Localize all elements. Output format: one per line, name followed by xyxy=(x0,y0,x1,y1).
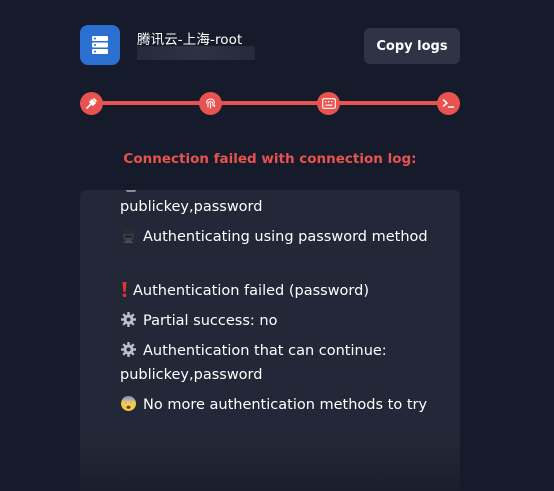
log-line: Partial success: no xyxy=(120,309,450,333)
server-icon xyxy=(80,25,120,65)
copy-logs-button[interactable]: Copy logs xyxy=(364,28,460,64)
log-line: No more authentication methods to try xyxy=(120,393,450,417)
log-line: Authentication that can continue: public… xyxy=(120,341,387,383)
fingerprint-icon xyxy=(204,97,217,110)
log-line: Authentication failed (password) xyxy=(120,279,450,303)
host-title: 腾讯云-上海-root xyxy=(137,32,243,48)
step-authenticate xyxy=(199,92,222,115)
spy-emoji-icon xyxy=(120,227,137,244)
gear-icon xyxy=(120,341,137,358)
fearful-face-icon xyxy=(120,395,137,412)
clipped-emoji-icon xyxy=(126,190,136,192)
keyboard-icon xyxy=(321,98,336,109)
host-subtitle-redacted xyxy=(137,46,255,60)
connection-error-title: Connection failed with connection log: xyxy=(123,151,417,167)
step-connect xyxy=(80,92,103,115)
connection-panel: 腾讯云-上海-root Copy logs Connection failed … xyxy=(0,0,554,491)
terminal-icon xyxy=(442,98,455,109)
exclamation-icon xyxy=(120,281,129,298)
log-line: publickey,password xyxy=(120,199,263,215)
progress-line xyxy=(92,101,448,105)
gear-icon xyxy=(120,311,137,328)
step-terminal xyxy=(437,92,460,115)
connection-log[interactable]: publickey,password Authenticating using … xyxy=(80,190,460,491)
log-line: Authenticating using password method xyxy=(120,225,450,249)
plug-icon xyxy=(85,97,98,110)
step-keyboard xyxy=(317,92,340,115)
